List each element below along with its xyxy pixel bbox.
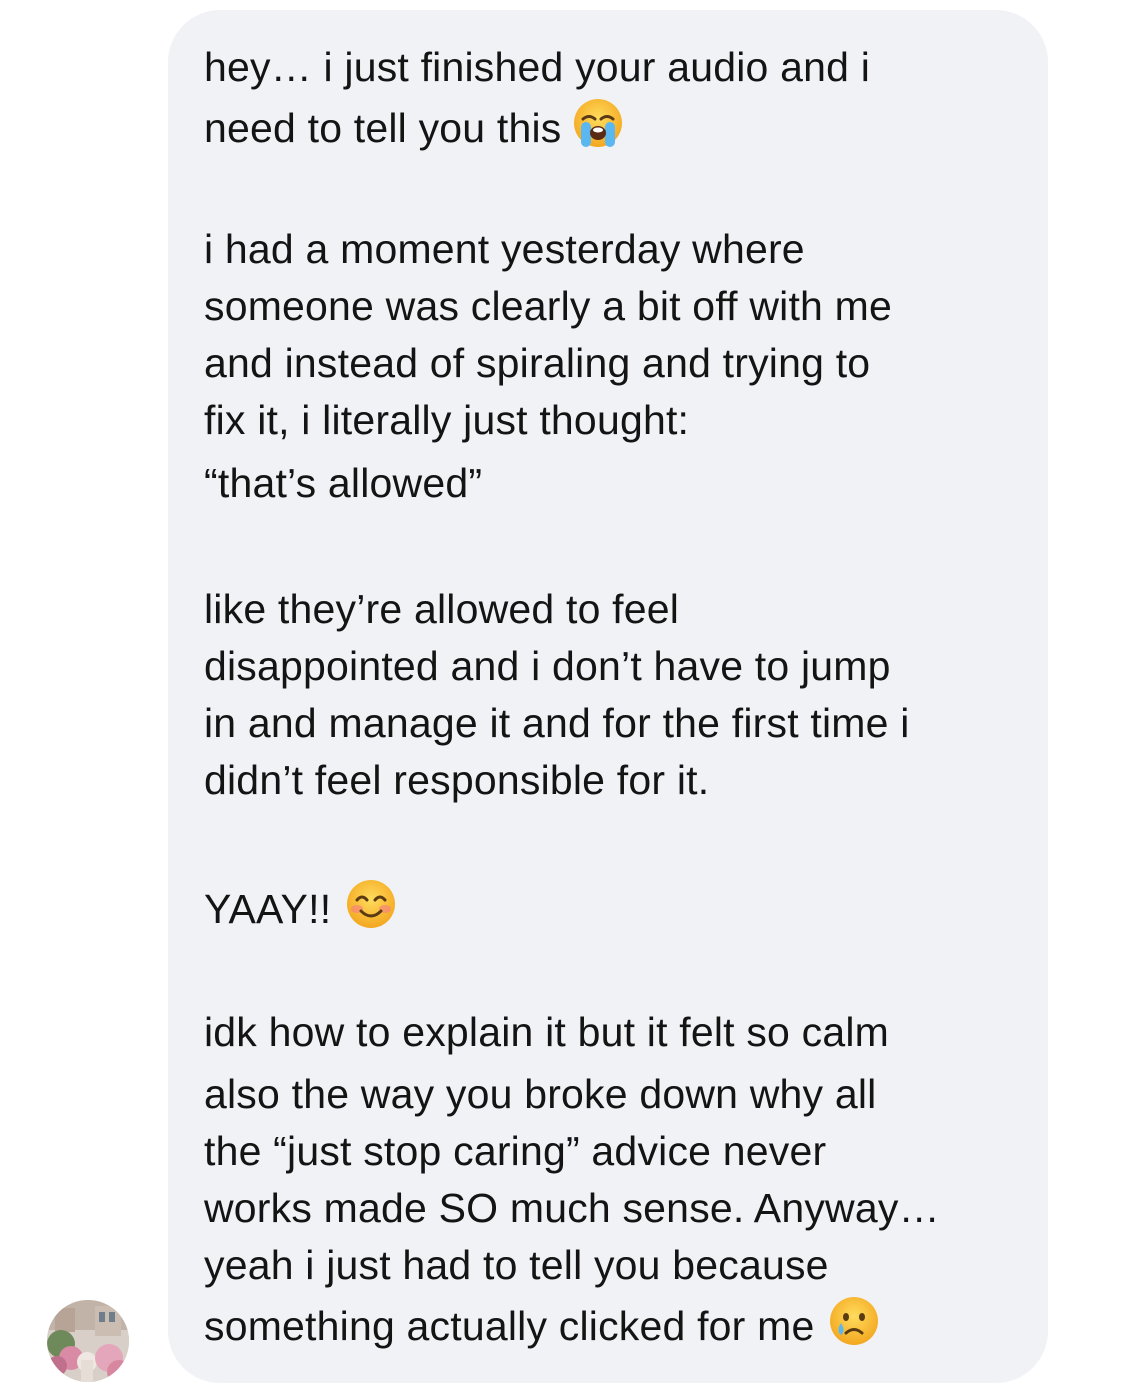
message-line: hey… i just finished your audio and i <box>204 44 871 90</box>
message-line: in and manage it and for the first time … <box>204 700 910 746</box>
message-text: need to tell you this <box>204 104 562 151</box>
message-line: YAAY!! <box>204 878 397 943</box>
message-line: fix it, i literally just thought: <box>204 397 690 443</box>
message-text: YAAY!! <box>204 885 332 932</box>
message-line: yeah i just had to tell you because <box>204 1242 829 1288</box>
message-line: need to tell you this <box>204 97 624 162</box>
message-text: something actually clicked for me <box>204 1302 815 1349</box>
message-line: “that’s allowed” <box>204 460 483 506</box>
message-line: someone was clearly a bit off with me <box>204 283 893 329</box>
avatar[interactable] <box>47 1300 129 1382</box>
message-line: disappointed and i don’t have to jump <box>204 643 891 689</box>
message-line: the “just stop caring” advice never <box>204 1128 827 1174</box>
message-line: and instead of spiraling and trying to <box>204 340 871 386</box>
message-line: works made SO much sense. Anyway… <box>204 1185 940 1231</box>
message-line: also the way you broke down why all <box>204 1071 877 1117</box>
message-line: something actually clicked for me <box>204 1295 880 1360</box>
message-line: like they’re allowed to feel <box>204 586 680 632</box>
message-line: idk how to explain it but it felt so cal… <box>204 1009 890 1055</box>
message-bubble[interactable] <box>168 10 1048 1383</box>
smiling-face-icon <box>345 878 397 940</box>
crying-face-icon <box>828 1295 880 1357</box>
loudly-crying-face-icon <box>572 97 624 159</box>
message-line: didn’t feel responsible for it. <box>204 757 710 803</box>
message-line: i had a moment yesterday where <box>204 226 805 272</box>
